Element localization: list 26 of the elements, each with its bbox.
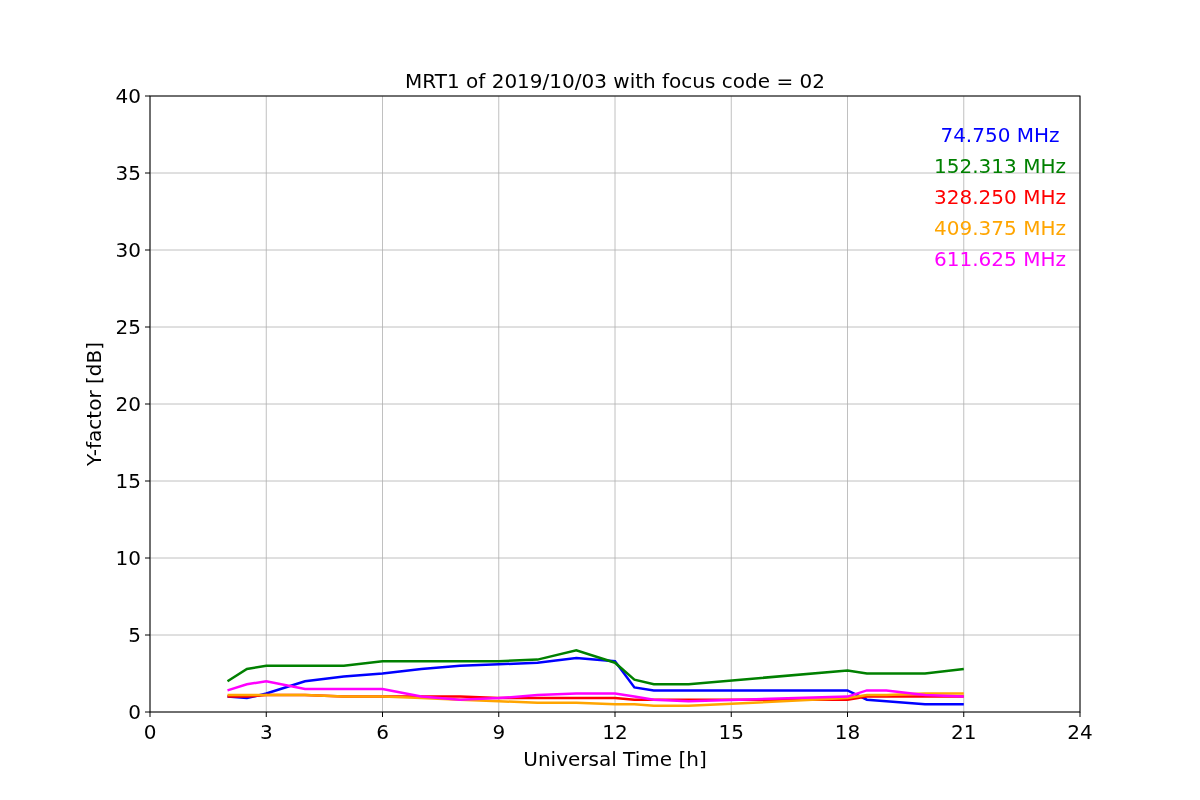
y-axis-label: Y-factor [dB]: [82, 342, 106, 466]
x-tick-label: 0: [143, 720, 157, 744]
x-tick-label: 3: [259, 720, 273, 744]
y-tick-label: 20: [115, 392, 141, 416]
y-tick-label: 25: [115, 315, 141, 339]
chart-title: MRT1 of 2019/10/03 with focus code = 02: [405, 69, 825, 93]
legend-label: 328.250 MHz: [934, 185, 1066, 209]
x-axis-label: Universal Time [h]: [523, 747, 707, 771]
legend-label: 611.625 MHz: [934, 247, 1066, 271]
x-tick-label: 12: [602, 720, 628, 744]
x-tick-label: 6: [376, 720, 389, 744]
y-tick-label: 40: [115, 84, 141, 108]
x-tick-label: 21: [951, 720, 977, 744]
legend-label: 409.375 MHz: [934, 216, 1066, 240]
x-tick-label: 9: [492, 720, 506, 744]
legend-label: 74.750 MHz: [940, 123, 1060, 147]
x-tick-label: 15: [718, 720, 744, 744]
x-tick-label: 24: [1067, 720, 1093, 744]
y-tick-label: 30: [115, 238, 141, 262]
x-tick-label: 18: [834, 720, 861, 744]
y-tick-label: 10: [115, 546, 141, 570]
legend-label: 152.313 MHz: [934, 154, 1066, 178]
y-tick-label: 15: [115, 469, 141, 493]
y-tick-label: 5: [128, 623, 141, 647]
y-tick-label: 0: [128, 700, 141, 724]
y-tick-label: 35: [115, 161, 141, 185]
